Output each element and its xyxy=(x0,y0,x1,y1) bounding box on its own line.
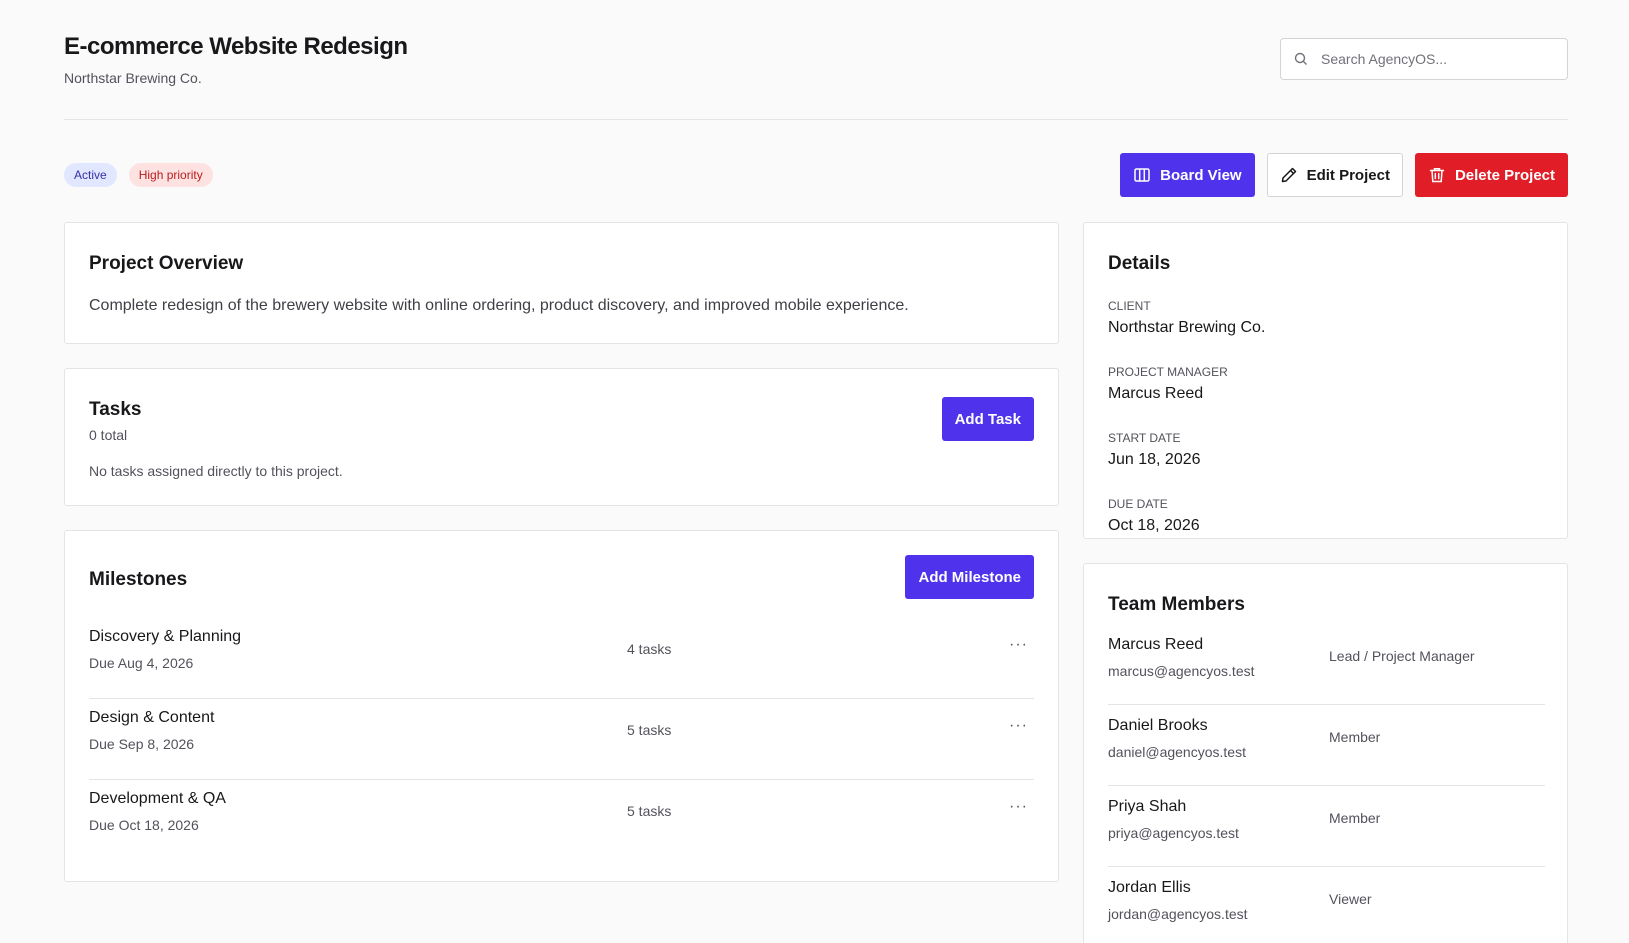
priority-badge: High priority xyxy=(128,163,213,187)
team-member-row: Marcus Reed marcus@agencyos.test Lead / … xyxy=(1108,624,1545,705)
detail-label: Start Date xyxy=(1108,431,1181,445)
member-email: daniel@agencyos.test xyxy=(1108,744,1246,760)
detail-label: Due Date xyxy=(1108,497,1168,511)
detail-client: Client Northstar Brewing Co. xyxy=(1108,299,1265,359)
team-list: Marcus Reed marcus@agencyos.test Lead / … xyxy=(1108,624,1545,943)
trash-icon xyxy=(1429,168,1445,183)
detail-value: Northstar Brewing Co. xyxy=(1108,319,1266,336)
milestone-row[interactable]: Design & Content Due Sep 8, 2026 5 tasks… xyxy=(89,699,1034,780)
milestone-due-date: Due Aug 4, 2026 xyxy=(89,655,194,671)
milestones-title: Milestones xyxy=(89,569,188,590)
search-box[interactable] xyxy=(1280,38,1568,80)
page-header: E-commerce Website Redesign Northstar Br… xyxy=(64,0,1568,120)
overview-title: Project Overview xyxy=(89,253,244,274)
milestone-name: Discovery & Planning xyxy=(89,628,242,645)
team-member-row: Jordan Ellis jordan@agencyos.test Viewer xyxy=(1108,867,1545,943)
overview-description: Complete redesign of the brewery website… xyxy=(89,297,909,314)
member-name: Priya Shah xyxy=(1108,798,1187,815)
member-name: Jordan Ellis xyxy=(1108,879,1191,896)
columns-icon xyxy=(1134,168,1150,182)
delete-project-label: Delete Project xyxy=(1454,166,1555,184)
detail-start-date: Start Date Jun 18, 2026 xyxy=(1108,431,1265,491)
more-options-icon[interactable]: ··· xyxy=(1009,636,1028,654)
milestone-due-date: Due Sep 8, 2026 xyxy=(89,736,195,752)
detail-project-manager: Project Manager Marcus Reed xyxy=(1108,365,1265,425)
search-icon xyxy=(1294,52,1307,65)
milestone-row[interactable]: Discovery & Planning Due Aug 4, 2026 4 t… xyxy=(89,618,1034,699)
tasks-empty-message: No tasks assigned directly to this proje… xyxy=(89,463,343,479)
add-milestone-button[interactable]: Add Milestone xyxy=(905,555,1034,599)
team-member-row: Priya Shah priya@agencyos.test Member xyxy=(1108,786,1545,867)
member-email: marcus@agencyos.test xyxy=(1108,663,1255,679)
project-page: E-commerce Website Redesign Northstar Br… xyxy=(64,0,1568,943)
tasks-card: Tasks 0 total No tasks assigned directly… xyxy=(64,368,1059,506)
milestone-name: Design & Content xyxy=(89,709,215,726)
action-buttons: Board View Edit Project Delete Project xyxy=(1120,153,1568,197)
project-overview-card: Project Overview Complete redesign of th… xyxy=(64,222,1059,344)
board-view-button[interactable]: Board View xyxy=(1120,153,1255,197)
milestone-name: Development & QA xyxy=(89,790,226,807)
milestone-due-date: Due Oct 18, 2026 xyxy=(89,817,199,833)
detail-value: Oct 18, 2026 xyxy=(1108,517,1200,534)
member-role: Member xyxy=(1329,810,1381,826)
team-member-row: Daniel Brooks daniel@agencyos.test Membe… xyxy=(1108,705,1545,786)
member-name: Marcus Reed xyxy=(1108,636,1204,653)
team-members-card: Team Members Marcus Reed marcus@agencyos… xyxy=(1083,563,1568,943)
member-role: Viewer xyxy=(1329,891,1372,907)
project-toolbar: Active High priority Board View Edit Pro… xyxy=(64,150,1568,198)
delete-project-button[interactable]: Delete Project xyxy=(1414,153,1568,197)
member-role: Lead / Project Manager xyxy=(1329,648,1475,664)
page-title: E-commerce Website Redesign xyxy=(64,33,408,60)
more-options-icon[interactable]: ··· xyxy=(1009,717,1028,735)
milestones-card: Milestones Add Milestone Discovery & Pla… xyxy=(64,530,1059,882)
team-title: Team Members xyxy=(1108,594,1245,615)
member-name: Daniel Brooks xyxy=(1108,717,1208,734)
milestone-task-count: 5 tasks xyxy=(627,722,672,738)
detail-value: Jun 18, 2026 xyxy=(1108,451,1201,468)
details-card: Details Client Northstar Brewing Co. Pro… xyxy=(1083,222,1568,539)
member-email: jordan@agencyos.test xyxy=(1108,906,1248,922)
milestone-task-count: 4 tasks xyxy=(627,641,672,657)
detail-label: Project Manager xyxy=(1108,365,1228,379)
board-view-label: Board View xyxy=(1160,166,1242,184)
add-task-button[interactable]: Add Task xyxy=(941,397,1034,441)
details-title: Details xyxy=(1108,253,1171,274)
more-options-icon[interactable]: ··· xyxy=(1009,798,1028,816)
detail-due-date: Due Date Oct 18, 2026 xyxy=(1108,497,1265,557)
edit-project-label: Edit Project xyxy=(1306,166,1390,184)
milestone-row[interactable]: Development & QA Due Oct 18, 2026 5 task… xyxy=(89,780,1034,861)
client-subtitle: Northstar Brewing Co. xyxy=(64,70,202,86)
details-list: Client Northstar Brewing Co. Project Man… xyxy=(1108,293,1265,557)
member-email: priya@agencyos.test xyxy=(1108,825,1239,841)
tasks-title: Tasks xyxy=(89,399,142,420)
tasks-count: 0 total xyxy=(89,427,128,443)
detail-label: Client xyxy=(1108,299,1151,313)
milestone-task-count: 5 tasks xyxy=(627,803,672,819)
edit-project-button[interactable]: Edit Project xyxy=(1266,153,1403,197)
milestone-list: Discovery & Planning Due Aug 4, 2026 4 t… xyxy=(89,618,1034,861)
badge-group: Active High priority xyxy=(64,163,213,187)
status-badge: Active xyxy=(64,163,117,187)
member-role: Member xyxy=(1329,729,1381,745)
search-input[interactable] xyxy=(1321,51,1561,67)
detail-value: Marcus Reed xyxy=(1108,385,1204,402)
pencil-icon xyxy=(1281,167,1296,183)
